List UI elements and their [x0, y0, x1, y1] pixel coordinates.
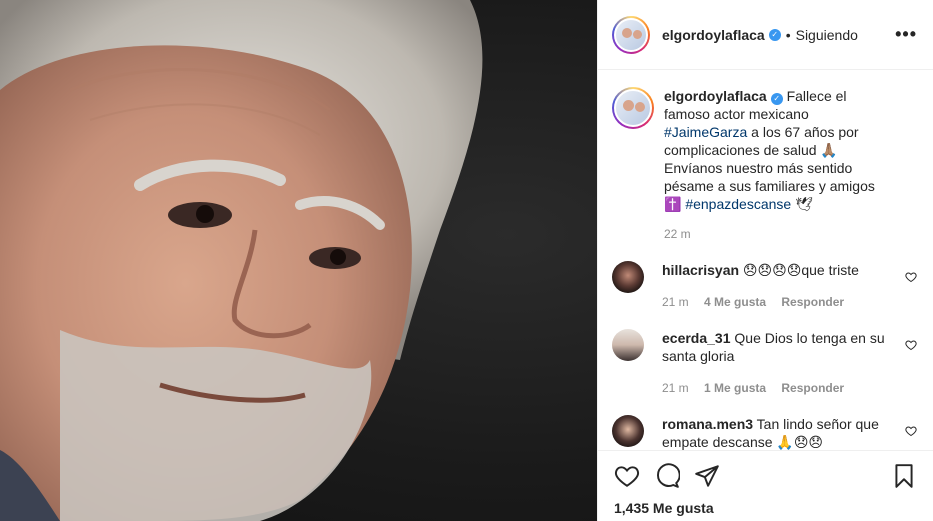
verified-check-icon: ✓: [768, 28, 781, 41]
comment-likes[interactable]: 1 Me gusta: [704, 381, 766, 395]
likes-count[interactable]: 1,435 Me gusta: [614, 500, 917, 516]
comment-username[interactable]: ecerda_31: [662, 330, 731, 346]
caption: elgordoylaflaca ✓ Fallece el famoso actor…: [612, 87, 917, 241]
post-actions: 1,435 Me gusta: [598, 450, 933, 521]
caption-time[interactable]: 22 m: [664, 227, 691, 241]
comment-likes[interactable]: 4 Me gusta: [704, 295, 766, 309]
like-comment-heart-icon[interactable]: [905, 425, 917, 437]
comment-item: romana.men3 Tan lindo señor que empate d…: [612, 415, 917, 450]
post-header: elgordoylaflaca ✓ • Siguiendo •••: [598, 0, 933, 70]
caption-text: elgordoylaflaca ✓ Fallece el famoso actor…: [664, 87, 893, 213]
caption-username[interactable]: elgordoylaflaca: [664, 88, 767, 104]
commenter-avatar[interactable]: [612, 415, 644, 447]
save-bookmark-icon[interactable]: [891, 463, 917, 489]
comment-item: hillacrisyan 😞😞😞😞que triste 21 m 4 Me gu…: [612, 261, 917, 309]
comments-list: elgordoylaflaca ✓ Fallece el famoso actor…: [598, 71, 933, 450]
commenter-avatar[interactable]: [612, 261, 644, 293]
like-comment-heart-icon[interactable]: [905, 339, 917, 351]
reply-button[interactable]: Responder: [781, 295, 844, 309]
comment-text: 😞😞😞😞que triste: [739, 262, 859, 278]
share-paper-plane-icon[interactable]: [694, 463, 720, 489]
comment-username[interactable]: hillacrisyan: [662, 262, 739, 278]
verified-check-icon: ✓: [770, 93, 783, 105]
caption-avatar[interactable]: [612, 87, 654, 129]
comment-bubble-icon[interactable]: [654, 463, 680, 489]
like-heart-icon[interactable]: [614, 463, 640, 489]
comment-time[interactable]: 21 m: [662, 381, 689, 395]
post-photo: [0, 0, 597, 521]
hashtag-enpazdescanse[interactable]: #enpazdescanse: [685, 196, 791, 212]
more-options-icon[interactable]: •••: [895, 24, 917, 45]
separator-dot: •: [785, 26, 791, 43]
portrait-image: [0, 0, 483, 521]
comment-time[interactable]: 21 m: [662, 295, 689, 309]
dove-emoji: 🕊: [791, 196, 813, 212]
commenter-avatar[interactable]: [612, 329, 644, 361]
author-avatar[interactable]: [612, 15, 650, 54]
reply-button[interactable]: Responder: [781, 381, 844, 395]
comment-username[interactable]: romana.men3: [662, 416, 753, 432]
hashtag-jaimegarza[interactable]: #JaimeGarza: [664, 124, 747, 140]
post-side-panel: elgordoylaflaca ✓ • Siguiendo ••• elgord…: [597, 0, 933, 521]
like-comment-heart-icon[interactable]: [905, 271, 917, 283]
following-status[interactable]: Siguiendo: [796, 27, 858, 43]
comment-item: ecerda_31 Que Dios lo tenga en su santa …: [612, 329, 917, 395]
caption-meta: 22 m: [664, 227, 893, 241]
author-username[interactable]: elgordoylaflaca: [662, 27, 765, 43]
